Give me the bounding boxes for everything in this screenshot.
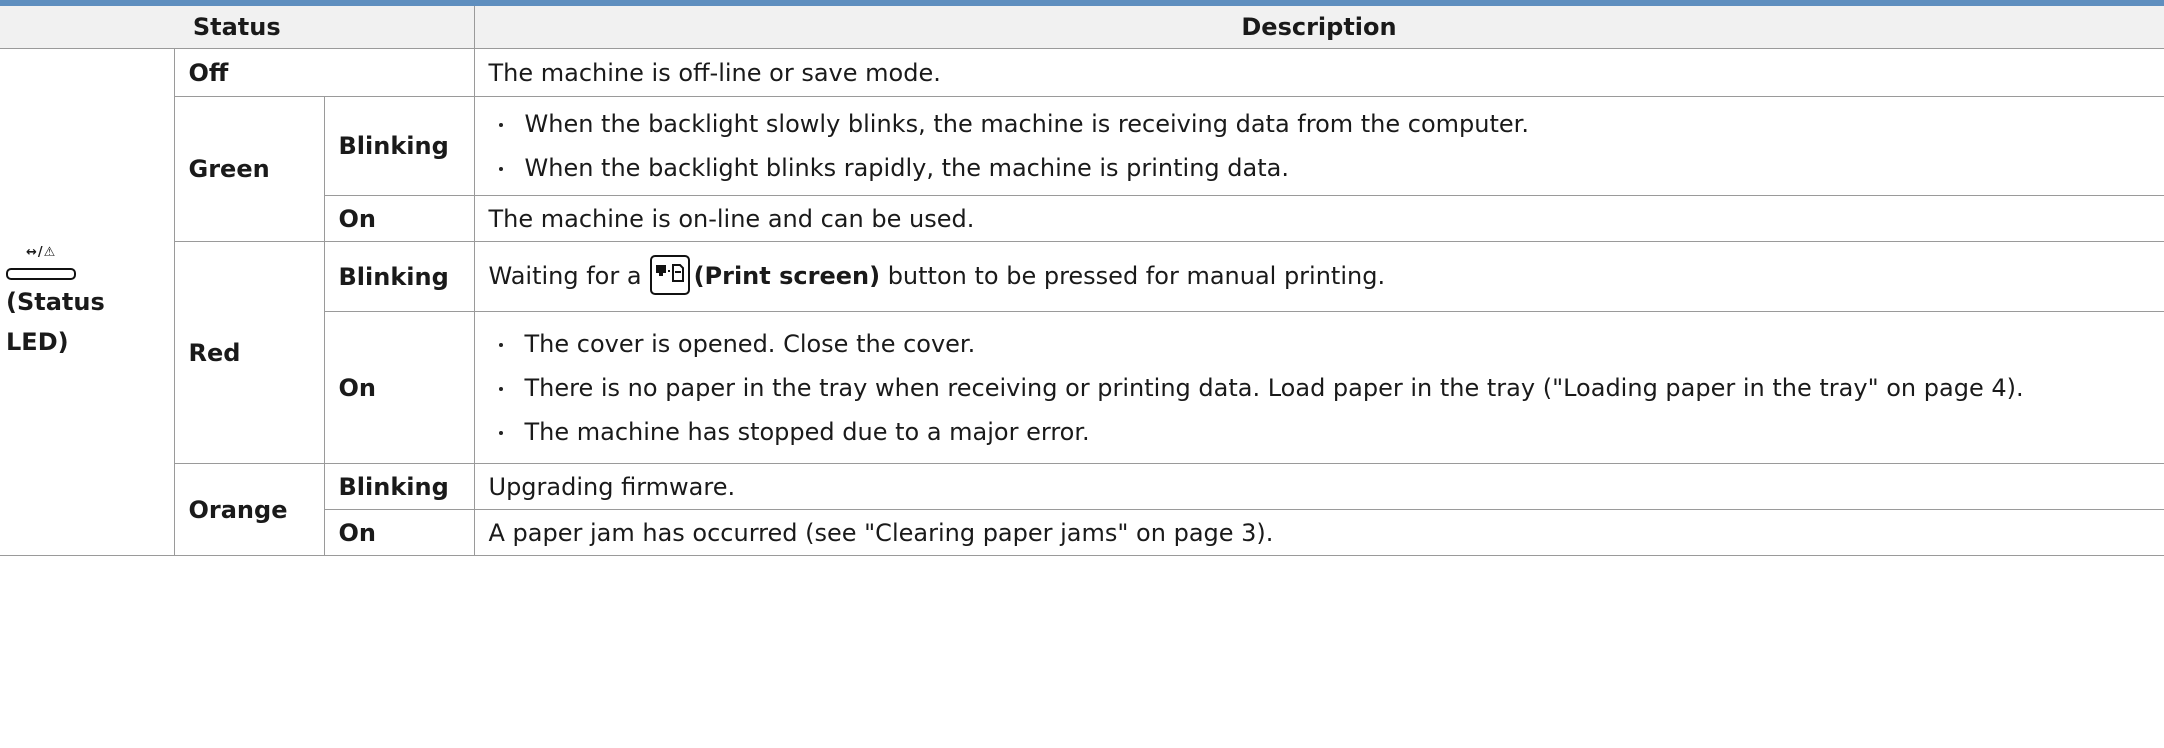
mode-orange-on: On [323,509,475,556]
list-item: When the backlight blinks rapidly, the m… [489,151,2150,185]
mode-red-on: On [323,311,475,464]
mode-orange-blinking: Blinking [323,463,475,510]
color-red: Red [173,241,325,464]
desc-red-blinking: Waiting for a (Print screen) button to be… [473,241,2164,312]
list-item: The cover is opened. Close the cover. [489,327,2150,361]
status-led-label: (Status LED) [6,288,105,356]
status-led-icon: ↔/⚠ [6,246,78,282]
desc-orange-blinking: Upgrading firmware. [473,463,2164,510]
color-orange: Orange [173,463,325,556]
state-off: Off [173,48,475,97]
mode-red-blinking: Blinking [323,241,475,312]
mode-green-blinking: Blinking [323,96,475,196]
print-screen-button-label: (Print screen) [693,261,881,290]
mode-green-on: On [323,195,475,242]
header-description: Description [474,6,2164,49]
desc-orange-on: A paper jam has occurred (see "Clearing … [473,509,2164,556]
desc-green-on: The machine is on-line and can be used. [473,195,2164,242]
desc-red-on: The cover is opened. Close the cover. Th… [473,311,2164,464]
color-green: Green [173,96,325,242]
print-screen-icon [649,254,690,295]
status-led-table: Status Description ↔/⚠ (Status LED) Off … [0,6,2164,556]
desc-off: The machine is off-line or save mode. [473,48,2164,97]
desc-green-blinking: When the backlight slowly blinks, the ma… [473,96,2164,196]
list-item: When the backlight slowly blinks, the ma… [489,107,2150,141]
header-status: Status [0,6,475,49]
list-item: The machine has stopped due to a major e… [489,415,2150,449]
status-led-cell: ↔/⚠ (Status LED) [0,48,175,556]
list-item: There is no paper in the tray when recei… [489,371,2150,405]
